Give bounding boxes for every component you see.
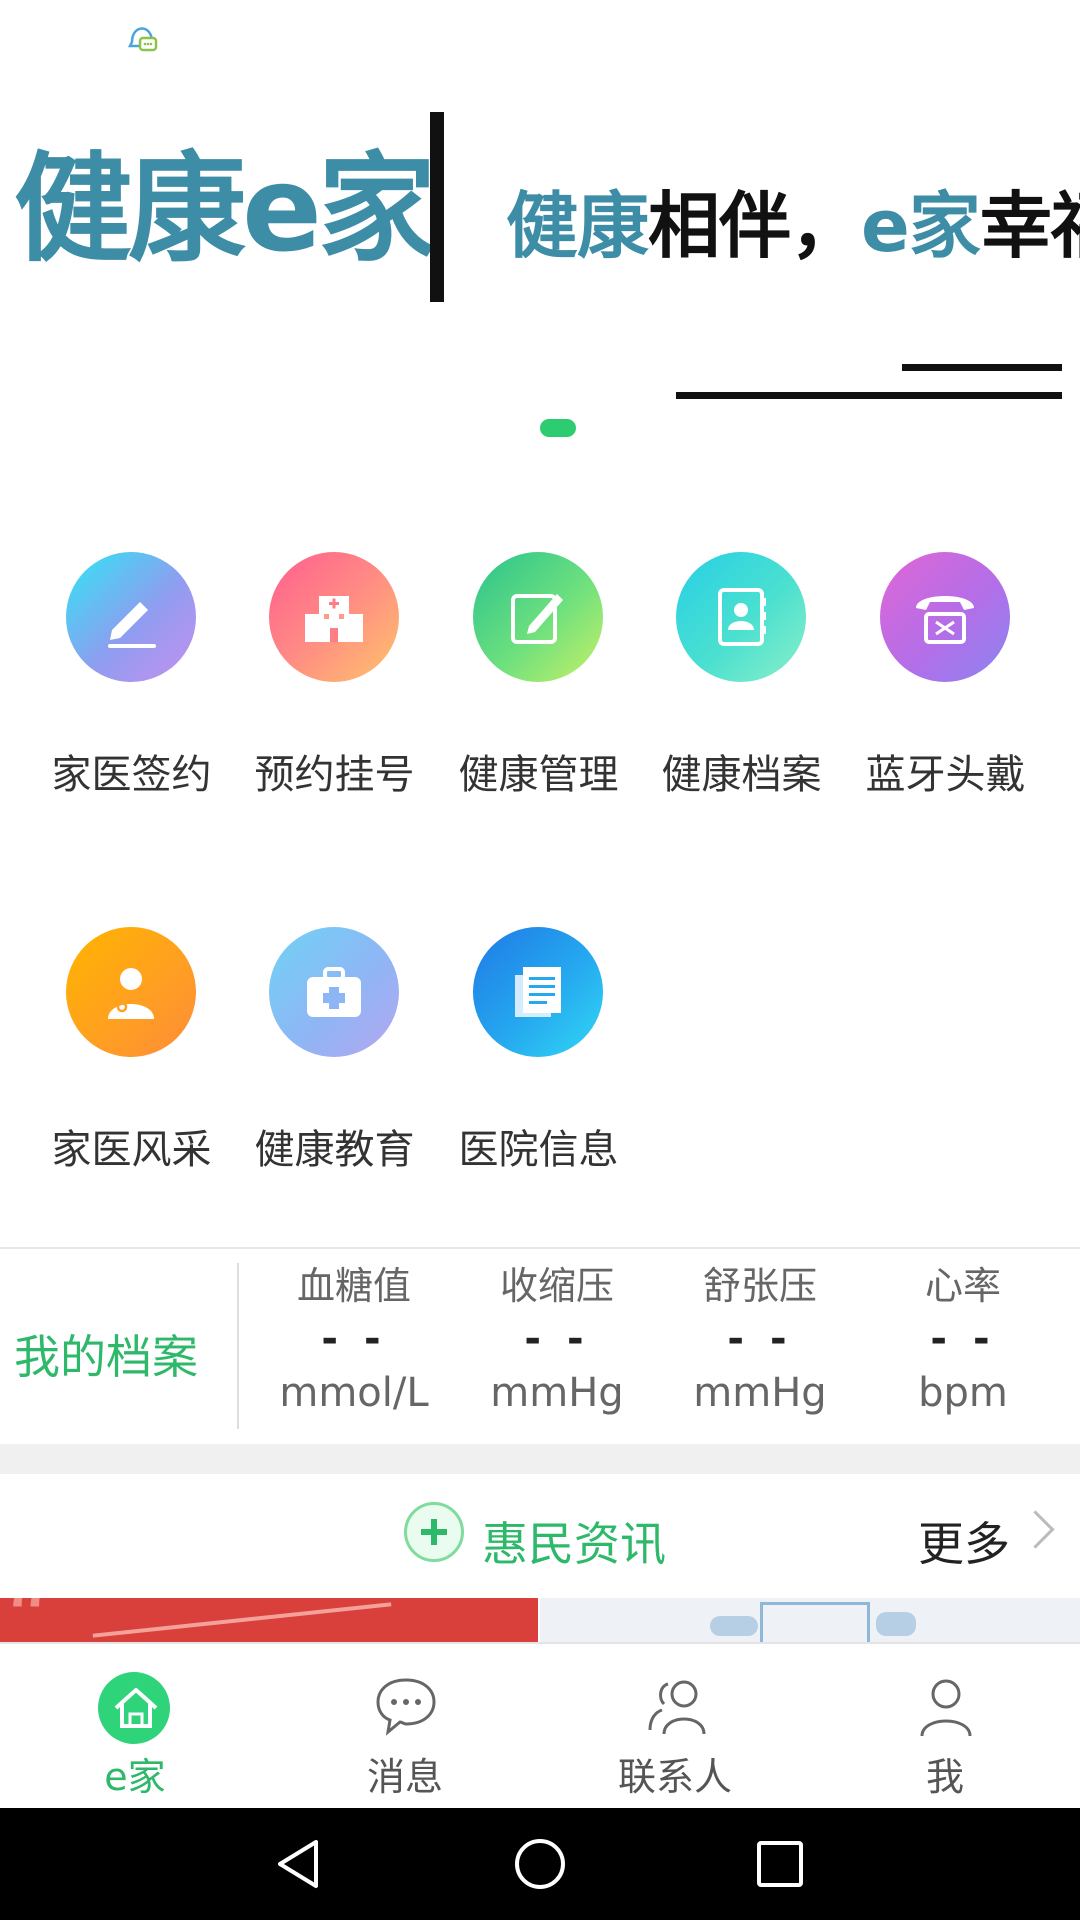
menu-item-health-records[interactable]: 健康档案: [640, 460, 843, 798]
plus-circle-icon: [404, 1502, 464, 1562]
more-news-link[interactable]: 更多: [918, 1508, 1010, 1574]
menu-item-label: 家医风采: [51, 1127, 212, 1173]
hospital-icon: [269, 552, 399, 682]
tab-label: 联系人: [617, 1755, 732, 1799]
metric-unit: mmHg: [693, 1370, 827, 1416]
menu-item-family-doctor-showcase[interactable]: 家医风采: [30, 835, 233, 1173]
edit-note-icon: [473, 552, 603, 682]
tab-me[interactable]: 我: [810, 1644, 1080, 1810]
metric-unit: mmHg: [490, 1370, 624, 1416]
metric-systolic-pressure: 收缩压 - - mmHg: [457, 1267, 657, 1413]
metric-name: 收缩压: [499, 1264, 614, 1308]
news-image-decoration: [92, 1602, 392, 1638]
news-section-title: 惠民资讯: [482, 1517, 666, 1571]
brand-title: 健康e家: [14, 140, 436, 278]
recents-square-icon[interactable]: [750, 1834, 810, 1894]
menu-item-bluetooth-headset[interactable]: 蓝牙头戴: [844, 460, 1047, 798]
metric-value: - -: [930, 1316, 996, 1362]
metric-name: 舒张压: [702, 1264, 817, 1308]
menu-item-label: 蓝牙头戴: [865, 752, 1026, 798]
tab-label: 消息: [366, 1755, 443, 1799]
contacts-icon: [648, 1680, 706, 1735]
metric-unit: mmol/L: [279, 1370, 429, 1416]
section-gap: [0, 1444, 1080, 1474]
slogan-part-1: 健康: [506, 184, 649, 268]
menu-item-label: 健康管理: [458, 752, 619, 798]
slogan-part-2: 相伴，: [648, 184, 862, 268]
chat-bubble-icon: [376, 1678, 436, 1736]
metric-value: - -: [321, 1316, 387, 1362]
back-icon[interactable]: [270, 1834, 330, 1894]
tab-label: e家: [104, 1755, 166, 1799]
tab-label: 我: [925, 1755, 964, 1799]
menu-item-label: 医院信息: [458, 1127, 619, 1173]
slogan-part-4: 幸福: [979, 184, 1080, 268]
slogan-part-3: e家: [861, 184, 981, 268]
sign-pen-icon: [66, 552, 196, 682]
chevron-right-icon[interactable]: [1016, 1510, 1055, 1549]
metric-name: 血糖值: [296, 1264, 411, 1308]
menu-item-health-education[interactable]: 健康教育: [233, 835, 436, 1173]
banner-decoration-line: [902, 364, 1062, 371]
carousel-page-indicator: [540, 419, 576, 437]
news-thumbnail[interactable]: “: [0, 1598, 538, 1642]
bottom-tab-bar: e家 消息 联系人 我: [0, 1642, 1080, 1808]
tab-contacts[interactable]: 联系人: [540, 1644, 810, 1810]
metric-value: - -: [727, 1316, 793, 1362]
menu-item-label: 预约挂号: [254, 752, 415, 798]
news-image-decoration: [760, 1602, 870, 1642]
menu-item-label: 家医签约: [51, 752, 212, 798]
system-navigation-bar: [0, 1808, 1080, 1920]
metric-value: - -: [524, 1316, 590, 1362]
metric-blood-glucose: 血糖值 - - mmol/L: [254, 1267, 454, 1413]
chat-bell-icon: [127, 27, 158, 52]
metric-heart-rate: 心率 - - bpm: [863, 1267, 1063, 1413]
brand-slogan: 健康相伴，e家幸福: [506, 190, 1080, 262]
news-header: 惠民资讯 更多: [0, 1474, 1080, 1598]
menu-item-label: 健康档案: [661, 752, 822, 798]
quote-mark-graphic: “: [4, 1598, 50, 1642]
banner-carousel[interactable]: 健康e家 健康相伴，e家幸福: [0, 72, 1080, 460]
document-icon: [473, 927, 603, 1057]
contact-book-icon: [676, 552, 806, 682]
menu-item-family-doctor-sign[interactable]: 家医签约: [30, 460, 233, 798]
bluetooth-phone-icon: [880, 552, 1010, 682]
doctor-icon: [66, 927, 196, 1057]
metric-name: 心率: [924, 1264, 1001, 1308]
metric-diastolic-pressure: 舒张压 - - mmHg: [660, 1267, 860, 1413]
menu-item-appointment[interactable]: 预约挂号: [233, 460, 436, 798]
person-icon: [920, 1679, 972, 1737]
home-icon: [114, 1688, 158, 1728]
tab-home[interactable]: e家: [0, 1644, 270, 1810]
news-image-decoration: [710, 1616, 758, 1636]
metric-unit: bpm: [918, 1370, 1008, 1416]
brand-divider: [430, 112, 444, 302]
menu-item-hospital-info[interactable]: 医院信息: [437, 835, 640, 1173]
news-thumbnail[interactable]: [540, 1598, 1080, 1642]
first-aid-kit-icon: [269, 927, 399, 1057]
tab-messages[interactable]: 消息: [270, 1644, 540, 1810]
home-circle-icon[interactable]: [510, 1834, 570, 1894]
my-records-title: 我的档案: [14, 1330, 198, 1384]
menu-item-label: 健康教育: [254, 1127, 415, 1173]
news-image-decoration: [876, 1612, 916, 1636]
records-divider: [237, 1263, 239, 1429]
banner-decoration-line: [676, 392, 1062, 399]
my-records-panel[interactable]: 我的档案 血糖值 - - mmol/L 收缩压 - - mmHg 舒张压 - -…: [0, 1249, 1080, 1444]
menu-item-health-management[interactable]: 健康管理: [437, 460, 640, 798]
feature-menu-grid: 家医签约 预约挂号 健康管理 健康档案 蓝牙头戴 家医风采 健康教育 医院信息: [0, 460, 1080, 1247]
news-list: “: [0, 1598, 1080, 1642]
status-bar: [0, 0, 1080, 72]
